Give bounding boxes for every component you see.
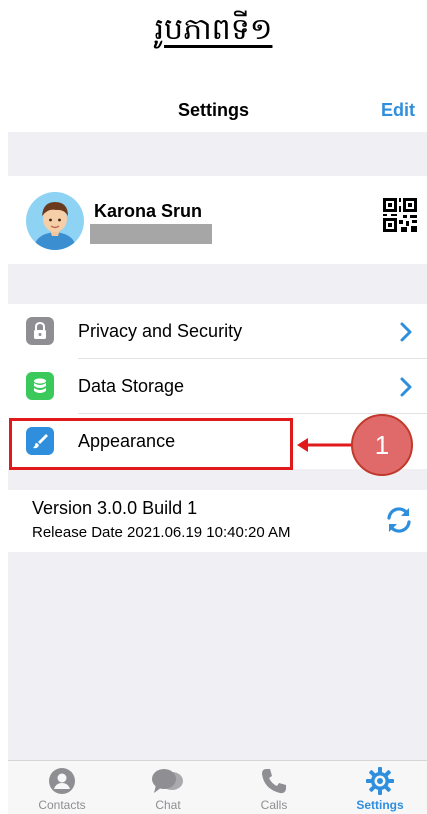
nav-bar: Settings Edit: [0, 88, 427, 132]
page-title: Settings: [177, 100, 249, 120]
refresh-icon[interactable]: [383, 504, 415, 536]
database-icon: [26, 372, 54, 400]
lock-icon: [26, 317, 54, 345]
menu-item-data-storage[interactable]: Data Storage: [8, 359, 427, 414]
menu-item-label: Data Storage: [78, 376, 185, 396]
tab-contacts[interactable]: Contacts: [12, 767, 112, 812]
menu-item-privacy[interactable]: Privacy and Security: [8, 304, 427, 359]
profile-row[interactable]: Karona Srun: [8, 176, 427, 264]
tab-bar: Contacts Chat Calls Settings: [8, 760, 427, 814]
phone-icon: [262, 769, 286, 794]
redacted-phone-bar: [90, 224, 212, 244]
section-gap: [8, 264, 427, 304]
annotation-highlight-box: [9, 418, 293, 470]
avatar-illustration-icon: [34, 202, 76, 250]
avatar: [26, 192, 84, 250]
menu-item-label: Privacy and Security: [78, 321, 243, 341]
caption-text: រូបភាពទី១: [154, 12, 273, 47]
tab-chat[interactable]: Chat: [118, 767, 218, 812]
qr-code-icon[interactable]: [383, 198, 417, 232]
version-row: Version 3.0.0 Build 1 Release Date 2021.…: [8, 490, 427, 552]
section-gap: [8, 132, 427, 176]
version-title: Version 3.0.0 Build 1: [32, 498, 198, 518]
chevron-right-icon: [400, 322, 412, 342]
profile-name: Karona Srun: [94, 201, 203, 221]
tab-label: Contacts: [38, 798, 86, 812]
edit-button[interactable]: Edit: [381, 100, 415, 121]
tab-label: Calls: [260, 798, 288, 812]
annotation-step-badge: 1: [351, 414, 413, 476]
gear-icon: [366, 767, 394, 795]
empty-area: [8, 552, 427, 760]
chevron-right-icon: [400, 377, 412, 397]
tab-label: Chat: [155, 798, 181, 812]
caption-header: រូបភាពទី១: [0, 0, 427, 80]
tab-label: Settings: [356, 798, 404, 812]
tab-settings[interactable]: Settings: [330, 767, 427, 812]
release-date: Release Date 2021.06.19 10:40:20 AM: [32, 524, 291, 541]
tab-calls[interactable]: Calls: [224, 767, 324, 812]
annotation-arrow-icon: [297, 438, 353, 452]
contacts-icon: [49, 768, 75, 794]
chat-bubbles-icon: [152, 769, 183, 793]
section-gap: [8, 469, 427, 490]
